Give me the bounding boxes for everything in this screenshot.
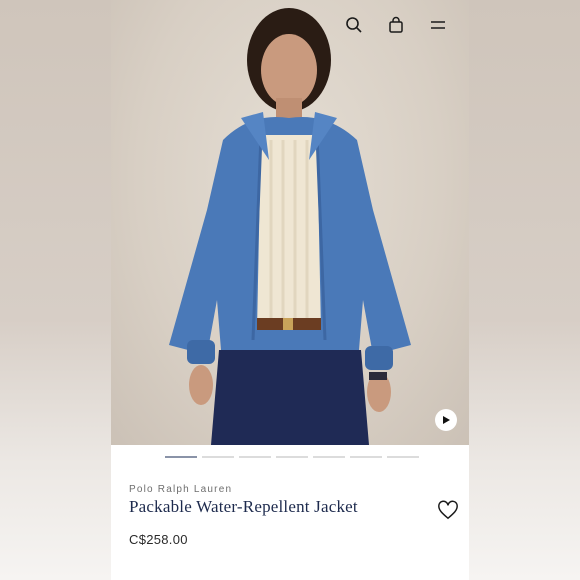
product-title: Packable Water-Repellent Jacket	[129, 497, 358, 516]
gallery-pagination	[165, 456, 419, 458]
gallery-dot-7[interactable]	[387, 456, 419, 458]
gallery-dot-5[interactable]	[313, 456, 345, 458]
top-nav	[343, 14, 449, 36]
play-icon	[443, 416, 450, 424]
play-video-button[interactable]	[435, 409, 457, 431]
gallery-dot-3[interactable]	[239, 456, 271, 458]
heart-icon	[438, 500, 458, 520]
menu-icon[interactable]	[427, 14, 449, 36]
gallery-dot-2[interactable]	[202, 456, 234, 458]
gallery-dot-4[interactable]	[276, 456, 308, 458]
gallery-dot-1[interactable]	[165, 456, 197, 458]
brand-name: Polo Ralph Lauren	[129, 484, 233, 495]
product-image[interactable]	[111, 0, 469, 445]
model-illustration	[169, 8, 411, 445]
product-price: C$258.00	[129, 532, 188, 547]
gallery-dot-6[interactable]	[350, 456, 382, 458]
product-screen: Polo Ralph Lauren Packable Water-Repelle…	[111, 0, 469, 580]
favorite-button[interactable]	[437, 499, 459, 521]
bag-icon[interactable]	[385, 14, 407, 36]
search-icon[interactable]	[343, 14, 365, 36]
